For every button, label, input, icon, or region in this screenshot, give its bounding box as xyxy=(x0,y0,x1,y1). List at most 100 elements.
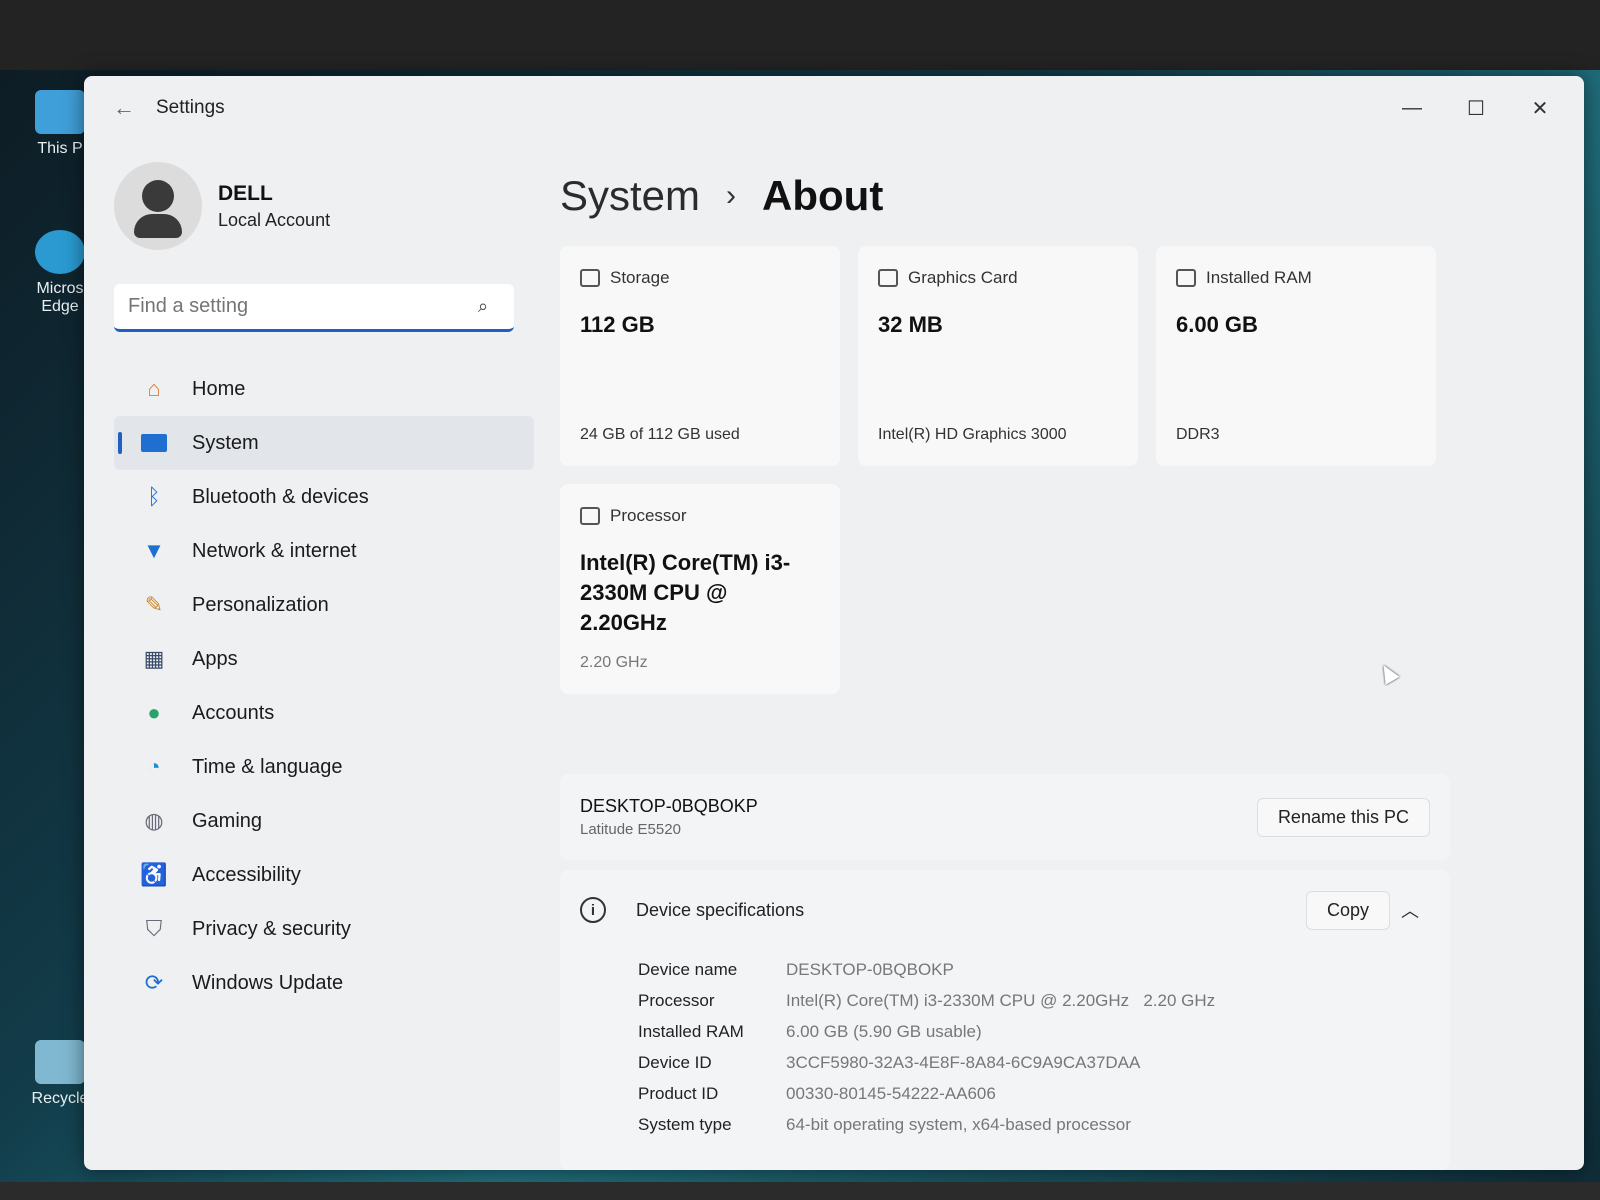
spec-row: Processor Intel(R) Core(TM) i3-2330M CPU … xyxy=(638,985,1430,1016)
nav-item-accessibility[interactable]: ♿ Accessibility xyxy=(114,848,534,902)
breadcrumb-separator: › xyxy=(726,179,737,212)
nav-item-label: Time & language xyxy=(192,755,343,778)
avatar xyxy=(114,162,202,250)
spec-row: System type 64-bit operating system, x64-… xyxy=(638,1109,1430,1140)
nav-item-accounts[interactable]: ● Accounts xyxy=(114,686,534,740)
spec-row: Installed RAM 6.00 GB (5.90 GB usable) xyxy=(638,1016,1430,1047)
pc-name-row: DESKTOP-0BQBOKP Latitude E5520 Rename th… xyxy=(560,774,1450,860)
chevron-up-icon[interactable]: ︿ xyxy=(1390,890,1430,930)
card-detail: 24 GB of 112 GB used xyxy=(580,426,740,443)
copy-button[interactable]: Copy xyxy=(1305,890,1390,930)
card-value: 112 GB xyxy=(580,312,655,337)
breadcrumb: System › About xyxy=(560,156,1560,236)
page-title: About xyxy=(762,172,884,219)
ram-card[interactable]: Installed RAM 6.00 GB DDR3 xyxy=(1156,246,1436,466)
card-value: 32 MB xyxy=(878,312,943,337)
graphics-card[interactable]: Graphics Card 32 MB Intel(R) HD Graphics… xyxy=(858,246,1138,466)
minimize-icon: — xyxy=(1402,96,1422,119)
user-name: DELL xyxy=(218,181,273,205)
nav-item-privacy[interactable]: ⛉ Privacy & security xyxy=(114,902,534,956)
spec-key: Product ID xyxy=(638,1083,719,1103)
spec-key: Device name xyxy=(638,959,738,979)
spec-key: Installed RAM xyxy=(638,1021,744,1041)
window-controls: — ☐ ✕ xyxy=(1380,86,1572,130)
sidebar: DELL Local Account ⌕ ⌂ Home System ᛒ Blu… xyxy=(114,156,534,1010)
processor-card[interactable]: Processor Intel(R) Core(TM) i3-2330M CPU… xyxy=(560,484,840,694)
storage-card[interactable]: Storage 112 GB 24 GB of 112 GB used xyxy=(560,246,840,466)
nav-item-personalization[interactable]: ✎ Personalization xyxy=(114,578,534,632)
nav-item-label: Network & internet xyxy=(192,539,357,562)
nav-list: ⌂ Home System ᛒ Bluetooth & devices ▼ Ne… xyxy=(114,362,534,1010)
section-title: Device specifications xyxy=(636,899,805,920)
nav-item-network[interactable]: ▼ Network & internet xyxy=(114,524,534,578)
storage-icon xyxy=(580,269,600,287)
graphics-card-icon xyxy=(878,269,898,287)
nav-item-label: Gaming xyxy=(192,809,263,832)
back-arrow-icon: ← xyxy=(113,95,135,120)
desktop-icon-label: Recycle xyxy=(31,1090,89,1107)
card-label: Graphics Card xyxy=(908,268,1018,287)
monitor-icon xyxy=(35,90,85,134)
maximize-button[interactable]: ☐ xyxy=(1444,86,1508,130)
spec-key: Device ID xyxy=(638,1052,712,1072)
home-icon: ⌂ xyxy=(147,376,161,401)
spec-value: DESKTOP-0BQBOKP xyxy=(786,959,954,979)
nav-item-windows-update[interactable]: ⟳ Windows Update xyxy=(114,956,534,1010)
desktop-icon-label: Micros Edge xyxy=(36,280,84,315)
spec-key: System type xyxy=(638,1114,732,1134)
wifi-icon: ▼ xyxy=(143,538,165,563)
nav-item-home[interactable]: ⌂ Home xyxy=(114,362,534,416)
accessibility-icon: ♿ xyxy=(140,862,168,887)
nav-item-label: Personalization xyxy=(192,593,329,616)
card-detail: DDR3 xyxy=(1176,426,1220,443)
search-icon[interactable]: ⌕ xyxy=(478,296,500,318)
card-detail: 2.20 GHz xyxy=(580,654,648,671)
controller-icon: ◍ xyxy=(144,808,164,833)
nav-item-label: Bluetooth & devices xyxy=(192,485,369,508)
title-bar: ← Settings — ☐ ✕ xyxy=(84,76,1584,140)
brush-icon: ✎ xyxy=(144,592,164,617)
nav-item-label: Windows Update xyxy=(192,971,344,994)
nav-item-label: Accessibility xyxy=(192,863,301,886)
spec-key: Processor xyxy=(638,990,715,1010)
device-specifications-header[interactable]: i Device specifications Copy ︿ xyxy=(580,870,1430,950)
card-value: Intel(R) Core(TM) i3-2330M CPU @ 2.20GHz xyxy=(580,550,791,635)
nav-item-label: System xyxy=(192,431,259,454)
nav-item-gaming[interactable]: ◍ Gaming xyxy=(114,794,534,848)
minimize-button[interactable]: — xyxy=(1380,86,1444,130)
processor-icon xyxy=(580,507,600,525)
main-content: System › About Storage 112 GB 24 GB of 1… xyxy=(560,156,1560,1170)
back-button[interactable]: ← xyxy=(104,88,144,128)
spec-row: Product ID 00330-80145-54222-AA606 xyxy=(638,1078,1430,1109)
nav-item-label: Home xyxy=(192,377,246,400)
nav-item-label: Apps xyxy=(192,647,238,670)
update-icon: ⟳ xyxy=(144,970,164,995)
pc-model: Latitude E5520 xyxy=(580,821,681,838)
spec-value: Intel(R) Core(TM) i3-2330M CPU @ 2.20GHz… xyxy=(786,990,1216,1010)
nav-item-time-language[interactable]: ◔ Time & language xyxy=(114,740,534,794)
close-button[interactable]: ✕ xyxy=(1508,86,1572,130)
card-label: Installed RAM xyxy=(1206,268,1312,287)
search-box[interactable]: ⌕ xyxy=(114,284,514,332)
settings-window: ← Settings — ☐ ✕ DELL Local Account ⌕ ⌂ … xyxy=(84,76,1584,1170)
nav-item-system[interactable]: System xyxy=(114,416,534,470)
screen-bezel xyxy=(0,0,1600,70)
nav-item-bluetooth[interactable]: ᛒ Bluetooth & devices xyxy=(114,470,534,524)
bluetooth-icon: ᛒ xyxy=(147,484,161,509)
nav-item-apps[interactable]: ▦ Apps xyxy=(114,632,534,686)
shield-icon: ⛉ xyxy=(145,916,163,941)
rename-pc-button[interactable]: Rename this PC xyxy=(1256,797,1430,837)
user-profile[interactable]: DELL Local Account xyxy=(114,156,534,256)
spec-row: Device ID 3CCF5980-32A3-4E8F-8A84-6C9A9CA… xyxy=(638,1047,1430,1078)
account-type: Local Account xyxy=(218,209,331,230)
ram-icon xyxy=(1176,269,1196,287)
spec-table: Device name DESKTOP-0BQBOKP Processor Inte… xyxy=(638,954,1430,1140)
card-detail: Intel(R) HD Graphics 3000 xyxy=(878,426,1067,443)
spec-value: 64-bit operating system, x64-based proce… xyxy=(786,1114,1131,1134)
search-input[interactable] xyxy=(128,295,478,318)
edge-icon xyxy=(35,230,85,274)
nav-item-label: Privacy & security xyxy=(192,917,351,940)
spec-value: 6.00 GB (5.90 GB usable) xyxy=(786,1021,982,1041)
window-title: Settings xyxy=(156,97,225,118)
breadcrumb-parent[interactable]: System xyxy=(560,172,700,220)
